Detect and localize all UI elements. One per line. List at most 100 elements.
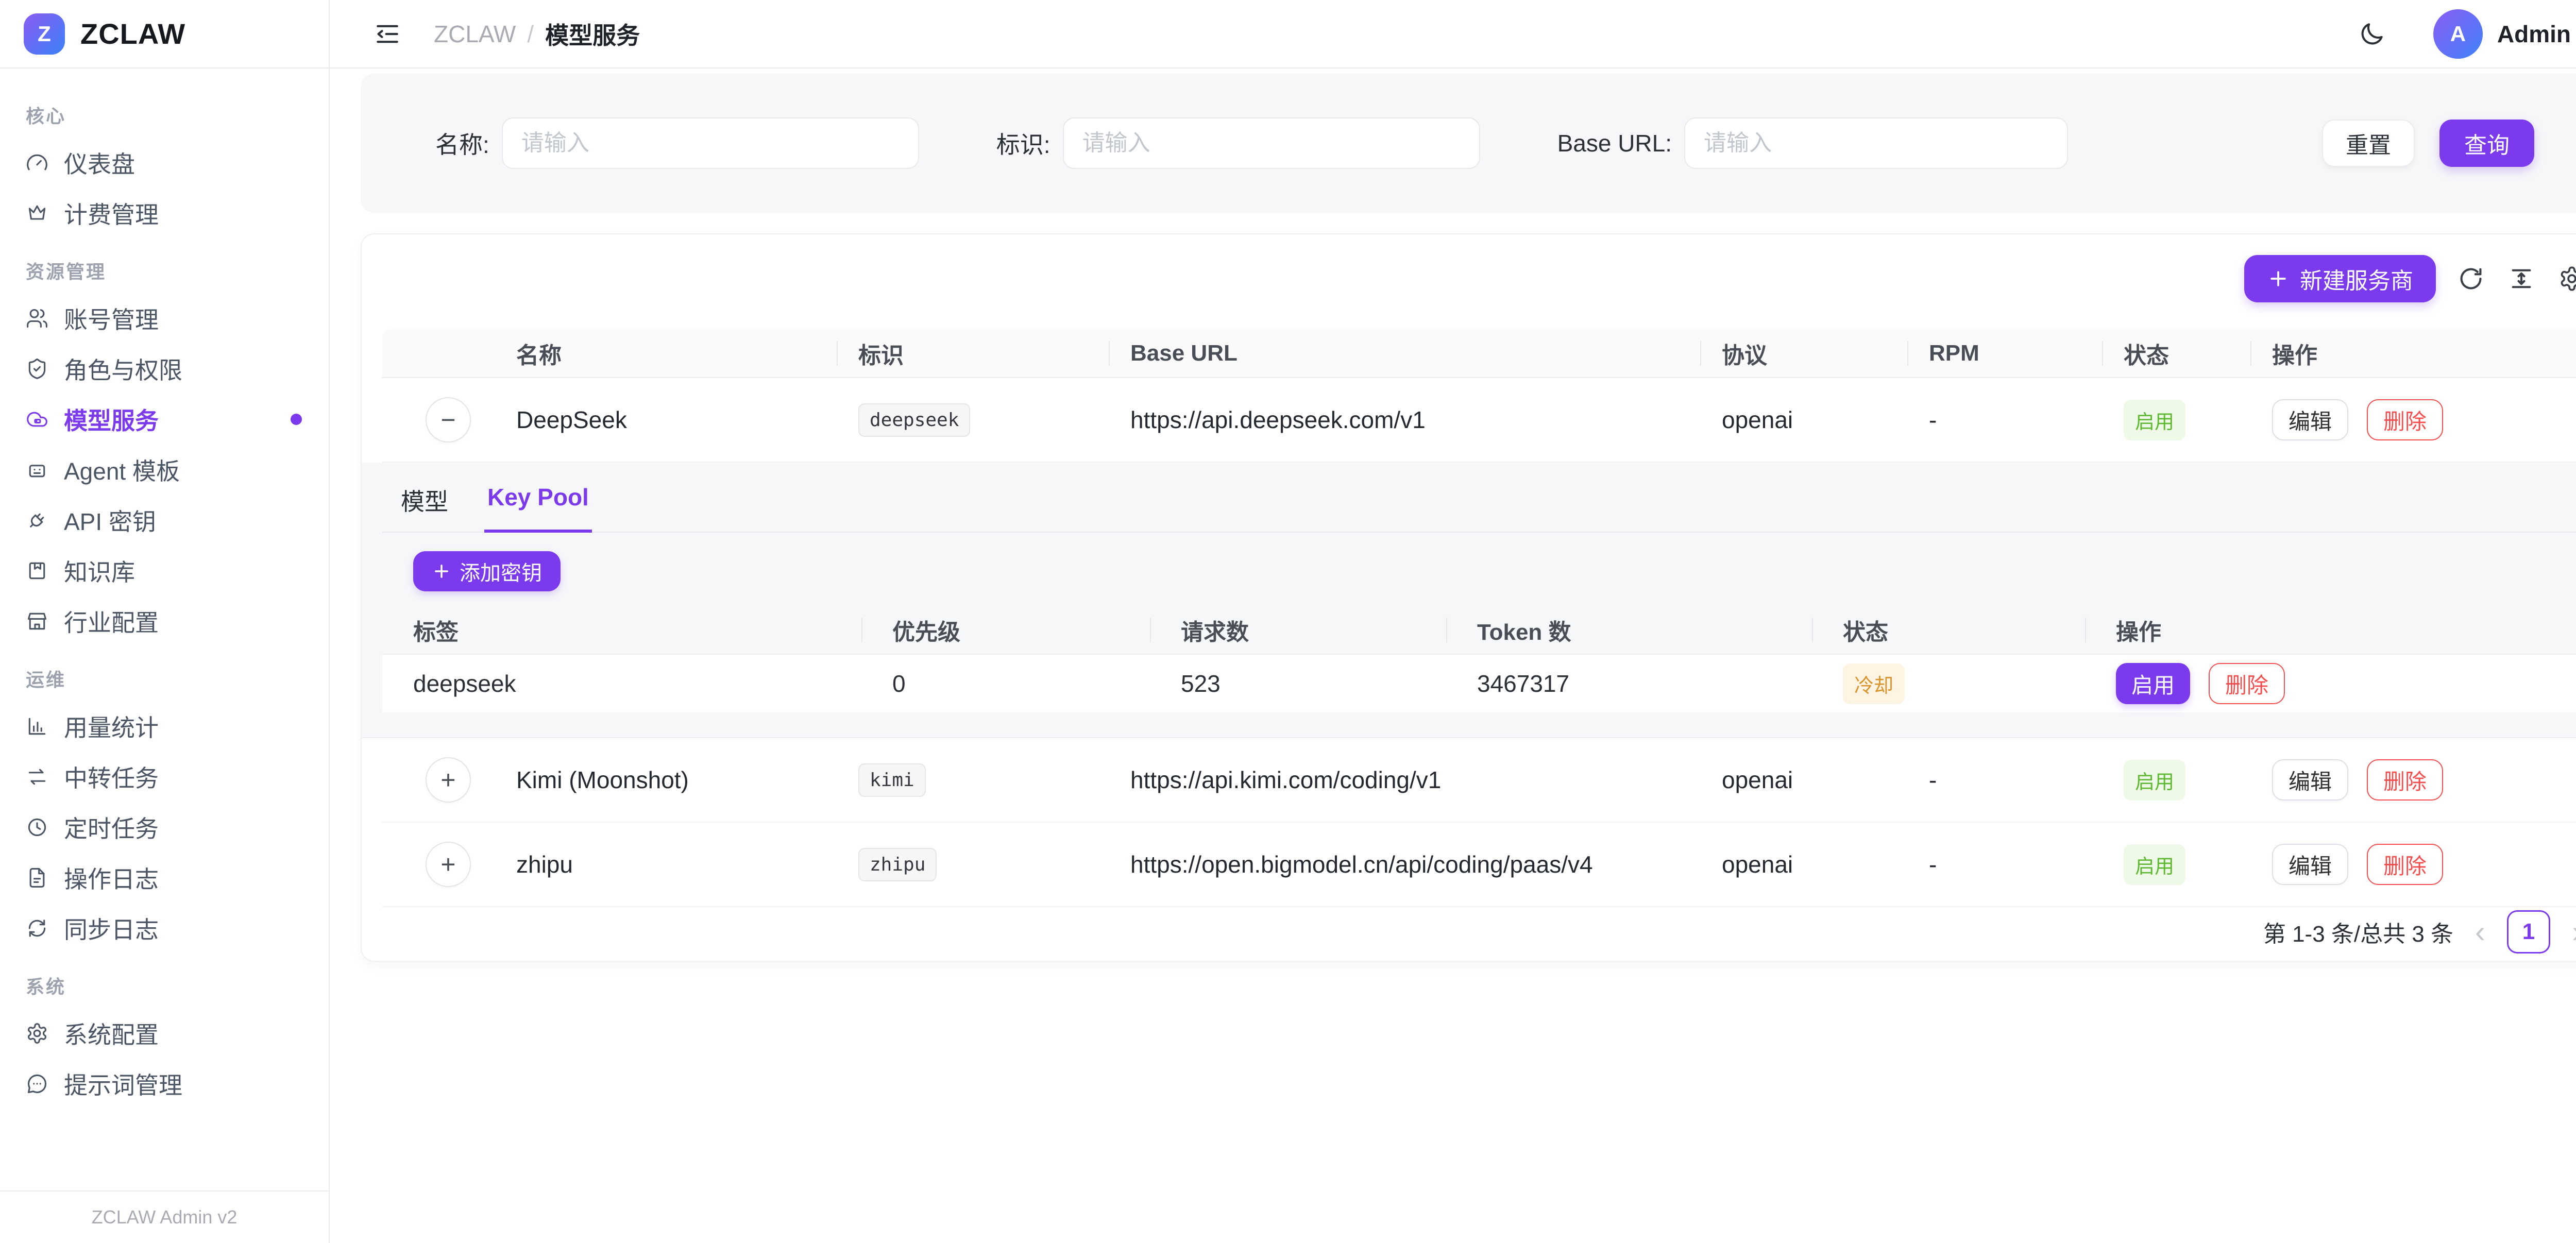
store-icon	[26, 610, 48, 633]
header-protocol: 协议	[1722, 337, 1929, 370]
sidebar-item-operation-logs[interactable]: 操作日志	[0, 853, 329, 903]
filter-slug-input[interactable]	[1063, 117, 1480, 169]
page-number-button[interactable]: 1	[2507, 910, 2550, 953]
sidebar-item-model-services[interactable]: 模型服务	[0, 394, 329, 445]
breadcrumb-current: 模型服务	[545, 17, 640, 51]
status-badge: 启用	[2124, 760, 2185, 801]
sidebar-item-knowledge-base[interactable]: 知识库	[0, 546, 329, 596]
user-name[interactable]: Admin	[2497, 20, 2571, 48]
top-header: ZCLAW / 模型服务 A Admin	[330, 0, 2576, 69]
app-logo-row: Z ZCLAW	[0, 0, 329, 69]
clock-icon	[26, 816, 48, 839]
sidebar-item-system-config[interactable]: 系统配置	[0, 1008, 329, 1059]
filter-name-input[interactable]	[502, 117, 919, 169]
sidebar-item-sync-logs[interactable]: 同步日志	[0, 903, 329, 953]
filter-url-input[interactable]	[1684, 117, 2068, 169]
providers-card: 新建服务商 名称 标识 Base URL 协议 RPM	[361, 233, 2576, 962]
gear-icon	[2558, 265, 2576, 292]
providers-table-header: 名称 标识 Base URL 协议 RPM 状态 操作	[382, 329, 2576, 378]
header-name: 名称	[516, 337, 858, 370]
sidebar-item-label: 计费管理	[64, 196, 159, 230]
key-header-tag: 标签	[382, 614, 861, 646]
expand-row-button[interactable]: +	[426, 842, 471, 887]
dark-mode-toggle[interactable]	[2358, 20, 2386, 48]
tab-key-pool[interactable]: Key Pool	[484, 476, 592, 533]
nav-section-ops: 运维	[0, 665, 329, 692]
sidebar-item-relay-tasks[interactable]: 中转任务	[0, 752, 329, 802]
refresh-button[interactable]	[2455, 263, 2486, 294]
page-content: 名称: 标识: Base URL: 重置 查询	[330, 69, 2576, 1243]
provider-name: zhipu	[516, 850, 858, 878]
app-title: ZCLAW	[80, 17, 185, 50]
add-key-button[interactable]: 添加密钥	[413, 551, 561, 591]
sidebar-item-dashboard[interactable]: 仪表盘	[0, 138, 329, 188]
transfer-arrows-icon	[26, 765, 48, 788]
provider-row-deepseek: − DeepSeek deepseek https://api.deepseek…	[382, 378, 2576, 463]
collapse-row-button[interactable]: −	[426, 397, 471, 442]
filter-url-label: Base URL:	[1557, 129, 1672, 157]
sidebar-item-industry-config[interactable]: 行业配置	[0, 596, 329, 646]
header-actions: 操作	[2272, 337, 2576, 370]
active-indicator-dot	[291, 414, 302, 425]
reset-button[interactable]: 重置	[2322, 120, 2415, 167]
provider-rpm: -	[1929, 766, 2124, 794]
next-page-icon[interactable]: ›	[2568, 916, 2576, 947]
sidebar-item-prompt-management[interactable]: 提示词管理	[0, 1059, 329, 1109]
key-row-deepseek: deepseek 0 523 3467317 冷却 启用 删除	[382, 655, 2576, 712]
edit-button[interactable]: 编辑	[2272, 844, 2348, 885]
expand-row-button[interactable]: +	[426, 757, 471, 803]
key-header-status: 状态	[1812, 614, 2085, 646]
search-button[interactable]: 查询	[2439, 120, 2534, 167]
provider-name: Kimi (Moonshot)	[516, 766, 858, 794]
sidebar-item-usage-stats[interactable]: 用量统计	[0, 701, 329, 752]
prev-page-icon[interactable]: ‹	[2471, 916, 2489, 947]
sidebar: Z ZCLAW 核心 仪表盘 计费管理 资源管理 账号管理 角色与权限 模型服务	[0, 0, 330, 1243]
menu-fold-icon	[373, 20, 402, 48]
tab-models[interactable]: 模型	[398, 476, 451, 533]
delete-key-button[interactable]: 删除	[2209, 663, 2285, 704]
main-area: ZCLAW / 模型服务 A Admin 名称: 标识: Base URL:	[330, 0, 2576, 1243]
edit-button[interactable]: 编辑	[2272, 399, 2348, 440]
key-table-header: 标签 优先级 请求数 Token 数 状态 操作	[382, 606, 2576, 655]
sidebar-item-accounts[interactable]: 账号管理	[0, 293, 329, 344]
delete-button[interactable]: 删除	[2367, 844, 2443, 885]
package-icon	[26, 559, 48, 582]
delete-button[interactable]: 删除	[2367, 759, 2443, 801]
delete-button[interactable]: 删除	[2367, 399, 2443, 440]
edit-button[interactable]: 编辑	[2272, 759, 2348, 801]
sidebar-item-label: 模型服务	[64, 402, 159, 436]
enable-key-button[interactable]: 启用	[2116, 663, 2190, 704]
sidebar-item-cron-tasks[interactable]: 定时任务	[0, 802, 329, 853]
filter-bar: 名称: 标识: Base URL: 重置 查询	[361, 74, 2576, 213]
sidebar-item-label: 行业配置	[64, 604, 159, 638]
sidebar-item-api-keys[interactable]: API 密钥	[0, 495, 329, 546]
sidebar-item-label: 中转任务	[64, 760, 159, 794]
create-provider-button[interactable]: 新建服务商	[2244, 255, 2436, 302]
moon-icon	[2358, 20, 2386, 48]
user-avatar[interactable]: A	[2433, 9, 2483, 59]
sidebar-item-label: 知识库	[64, 554, 135, 588]
provider-row-zhipu: + zhipu zhipu https://open.bigmodel.cn/a…	[382, 823, 2576, 907]
key-header-actions: 操作	[2085, 614, 2576, 646]
row-density-button[interactable]	[2506, 263, 2537, 294]
app-version: ZCLAW Admin v2	[0, 1190, 329, 1243]
sidebar-item-label: 账号管理	[64, 301, 159, 335]
column-settings-button[interactable]	[2556, 263, 2576, 294]
sidebar-collapse-button[interactable]	[371, 18, 404, 50]
sidebar-item-roles[interactable]: 角色与权限	[0, 344, 329, 394]
key-header-priority: 优先级	[861, 614, 1150, 646]
filter-name-label: 名称:	[435, 126, 489, 160]
key-tokens: 3467317	[1446, 670, 1812, 697]
plus-icon	[432, 561, 451, 581]
provider-protocol: openai	[1722, 406, 1929, 434]
provider-base-url: https://open.bigmodel.cn/api/coding/paas…	[1130, 850, 1722, 878]
robot-icon	[26, 458, 48, 481]
sidebar-item-billing[interactable]: 计费管理	[0, 188, 329, 239]
sidebar-item-agent-templates[interactable]: Agent 模板	[0, 445, 329, 495]
sidebar-item-label: 操作日志	[64, 861, 159, 895]
breadcrumb-root[interactable]: ZCLAW	[434, 20, 516, 48]
sidebar-item-label: 定时任务	[64, 810, 159, 844]
key-header-tokens: Token 数	[1446, 614, 1812, 646]
header-rpm: RPM	[1929, 340, 2124, 366]
pagination-summary: 第 1-3 条/总共 3 条	[2263, 915, 2453, 948]
